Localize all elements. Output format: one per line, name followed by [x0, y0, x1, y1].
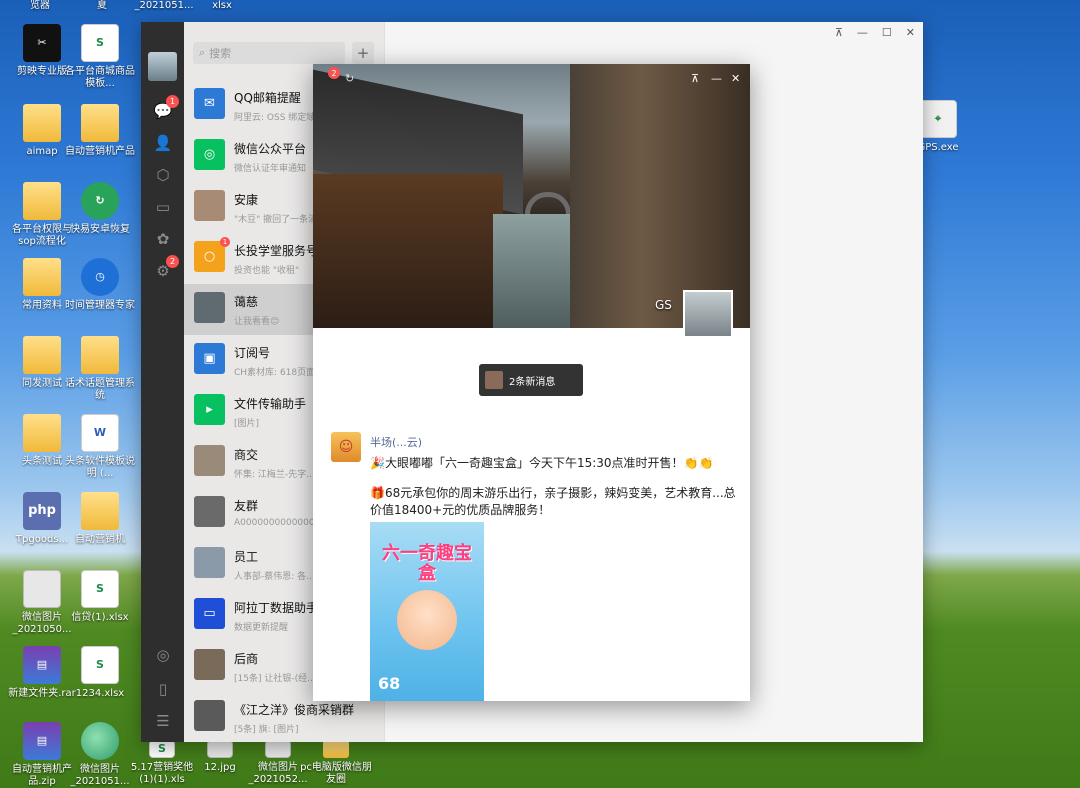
- archive-icon: ▤: [23, 722, 61, 760]
- user-avatar[interactable]: [148, 52, 177, 81]
- desktop-icon[interactable]: S 各平台商城商品模板...: [62, 24, 138, 90]
- desktop-icon-label-cut: xlsx: [212, 0, 232, 11]
- folder-icon: [81, 104, 119, 142]
- files-icon[interactable]: ▭: [152, 196, 174, 218]
- phone-icon[interactable]: ▯: [152, 678, 174, 700]
- post-author-name[interactable]: 半场(...云): [370, 434, 422, 450]
- settings-badge: 2: [166, 255, 179, 268]
- new-message-button[interactable]: 2条新消息: [479, 364, 583, 396]
- spreadsheet-icon: S: [81, 646, 119, 684]
- pin-icon[interactable]: ⊼: [835, 26, 843, 39]
- folder-icon: [323, 740, 349, 758]
- desktop-icon[interactable]: S 信贷(1).xlsx: [62, 570, 138, 624]
- chat-avatar: ○: [194, 241, 225, 272]
- moments-window: GS 2 ↻ ⊼ — ✕ 2条新消息 ☺ 半场(...云) 🎉大眼嘟嘟「六一奇趣…: [313, 64, 750, 701]
- post-text-line1: 🎉大眼嘟嘟「六一奇趣宝盒」今天下午15:30点准时开售！👏👏: [370, 456, 714, 470]
- poster-title: 六一奇趣宝盒: [382, 543, 472, 584]
- cover-house-right: [570, 64, 750, 328]
- document-icon: W: [81, 414, 119, 452]
- search-input[interactable]: ⌕ 搜索: [193, 42, 345, 64]
- folder-icon: [23, 182, 61, 220]
- settings-icon[interactable]: ⚙ 2: [152, 255, 179, 282]
- folder-icon: [81, 492, 119, 530]
- image-file-icon: [265, 740, 291, 758]
- close-icon[interactable]: ✕: [731, 72, 740, 85]
- chat-avatar: [194, 190, 225, 221]
- chat-avatar: [194, 445, 225, 476]
- poster-mascot: [397, 590, 457, 650]
- php-icon: php: [23, 492, 61, 530]
- chat-name: 《江之洋》俊商采销群: [234, 703, 355, 717]
- contacts-icon[interactable]: 👤: [152, 132, 174, 154]
- moments-icon[interactable]: ✿: [152, 228, 174, 250]
- post-image[interactable]: 六一奇趣宝盒 68: [370, 522, 484, 701]
- spreadsheet-icon: S: [81, 570, 119, 608]
- spreadsheet-icon: S: [81, 24, 119, 62]
- chat-avatar: ▸: [194, 394, 225, 425]
- desktop-icon[interactable]: 自动营销机产品: [62, 104, 138, 158]
- post-text-line2: 🎁68元承包你的周末游乐出行，亲子摄影，辣妈变美，艺术教育...总价值18400…: [370, 486, 736, 517]
- recover-icon: ↻: [81, 182, 119, 220]
- mini-programs-icon[interactable]: ◎: [152, 644, 174, 666]
- moments-cover-image: GS: [313, 64, 750, 328]
- post-author-avatar[interactable]: ☺: [331, 432, 361, 462]
- window-controls: ⊼ — ☐ ✕: [835, 26, 915, 39]
- chat-avatar: ▣: [194, 343, 225, 374]
- gps-app-icon: ⌖: [919, 100, 957, 138]
- cover-name: GS: [655, 298, 672, 312]
- spreadsheet-icon: S: [149, 740, 175, 758]
- add-button[interactable]: +: [352, 42, 374, 64]
- maximize-icon[interactable]: ☐: [882, 26, 892, 39]
- close-icon[interactable]: ✕: [906, 26, 915, 39]
- desktop-icon[interactable]: 自动营销机: [62, 492, 138, 546]
- folder-icon: [23, 104, 61, 142]
- folder-icon: [23, 258, 61, 296]
- unread-badge: 1: [220, 237, 230, 247]
- chat-preview: [5条] 旗: [图片]: [234, 725, 299, 735]
- chat-avatar: [194, 547, 225, 578]
- menu-icon[interactable]: ☰: [152, 710, 174, 732]
- desktop-icon[interactable]: W 头条软件模板说明 (...: [62, 414, 138, 480]
- archive-icon: ▤: [23, 646, 61, 684]
- desktop-icon[interactable]: S 1234.xlsx: [62, 646, 138, 700]
- favorites-icon[interactable]: ⬡: [152, 164, 174, 186]
- image-file-icon: [81, 722, 119, 760]
- folder-icon: [23, 414, 61, 452]
- nav-rail: 💬 1 👤 ⬡ ▭ ✿ ⚙ 2 ◎ ▯ ☰: [141, 22, 184, 742]
- chat-avatar: ▭: [194, 598, 225, 629]
- folder-icon: [23, 336, 61, 374]
- chat-avatar: ◎: [194, 139, 225, 170]
- image-file-icon: [23, 570, 61, 608]
- sender-avatar: [485, 371, 503, 389]
- refresh-icon[interactable]: ↻: [345, 72, 354, 85]
- folder-icon: [81, 336, 119, 374]
- chat-avatar: [194, 496, 225, 527]
- chats-icon[interactable]: 💬 1: [152, 95, 179, 122]
- minimize-icon[interactable]: —: [857, 26, 868, 39]
- pin-icon[interactable]: ⊼: [691, 72, 699, 85]
- poster-price: 68: [378, 674, 401, 693]
- desktop-icon[interactable]: ↻ 快易安卓恢复: [62, 182, 138, 236]
- search-icon: ⌕: [199, 46, 206, 59]
- clock-icon: ◷: [81, 258, 119, 296]
- desktop-icon[interactable]: ◷ 时间管理器专家: [62, 258, 138, 312]
- chat-avatar: [194, 700, 225, 731]
- profile-avatar[interactable]: [683, 290, 733, 338]
- desktop-icon[interactable]: pc电脑版微信朋友圈: [298, 740, 374, 786]
- cover-bridge: [525, 192, 571, 214]
- unread-badge: 1: [166, 95, 179, 108]
- image-file-icon: [207, 740, 233, 758]
- minimize-icon[interactable]: —: [711, 72, 722, 85]
- chat-avatar: [194, 649, 225, 680]
- moments-badge: 2: [328, 67, 340, 79]
- cover-house-left: [313, 174, 503, 328]
- chat-avatar: ✉: [194, 88, 225, 119]
- desktop-icon[interactable]: 话术话题管理系统: [62, 336, 138, 402]
- capcut-icon: ✂: [23, 24, 61, 62]
- chat-avatar: [194, 292, 225, 323]
